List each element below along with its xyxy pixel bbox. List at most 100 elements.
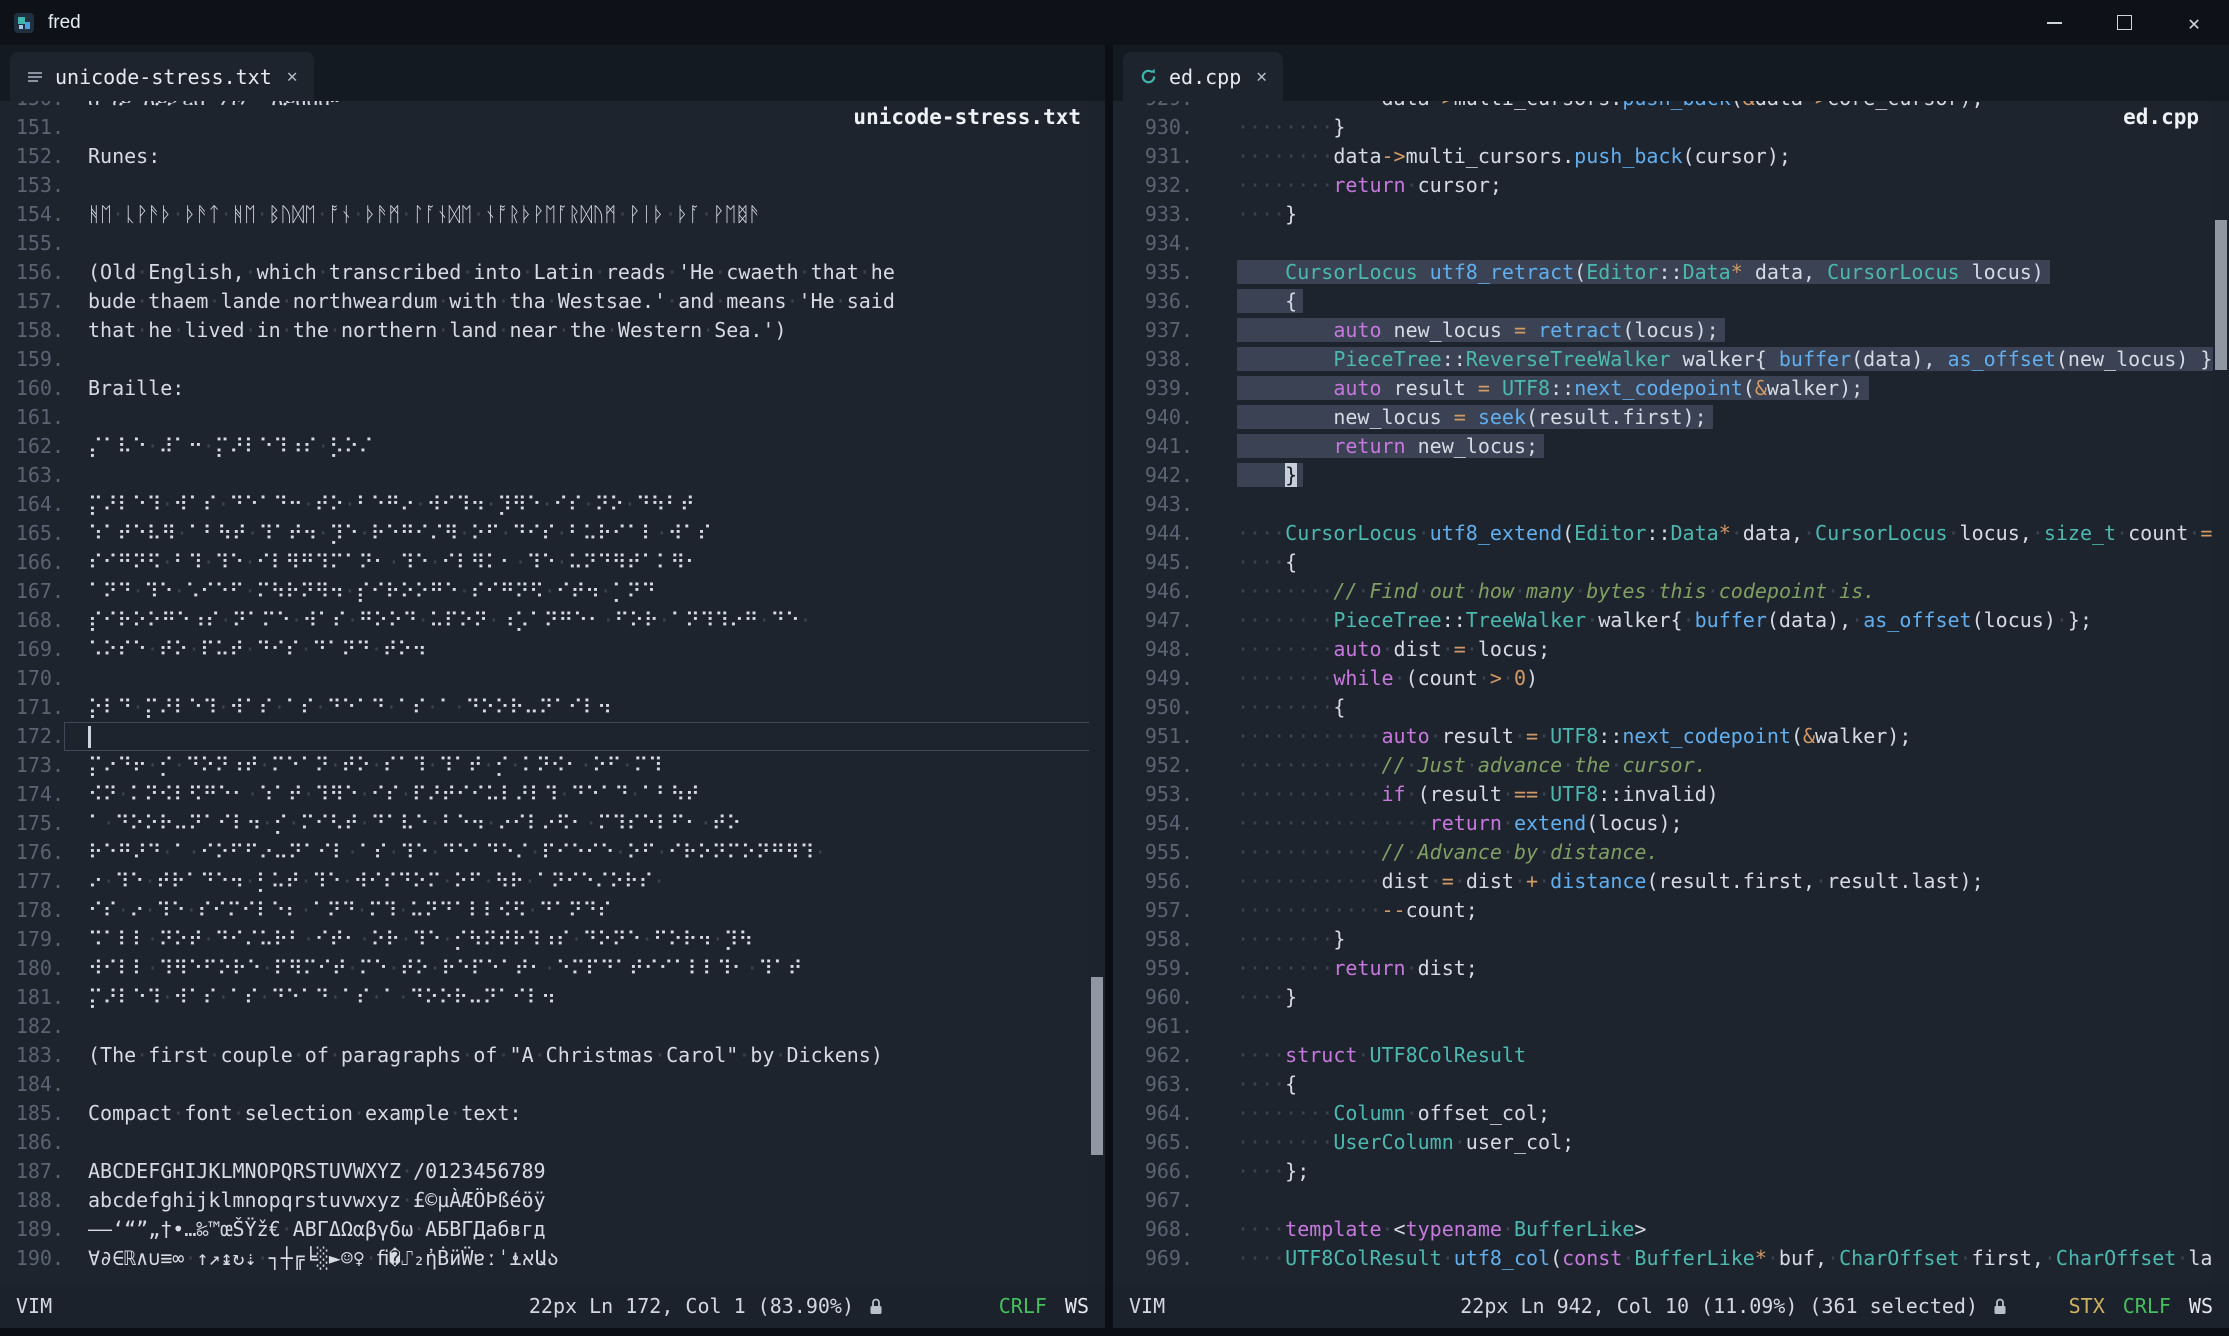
code-line[interactable]: 961. (1113, 1012, 2229, 1041)
code-line[interactable]: 951.············auto·result·=·UTF8::next… (1113, 722, 2229, 751)
code-line[interactable]: 945.····{ (1113, 548, 2229, 577)
code-line[interactable]: 176.⠗⠑⠛⠜⠙·⠁·⠊⠕⠋⠋⠔⠤⠝⠁⠊⠇·⠁⠎·⠹⠑·⠙⠑⠁⠙⠑⠌·⠏⠊⠑⠊… (0, 838, 1105, 867)
code-line[interactable]: 172. (0, 722, 1105, 751)
code-line[interactable]: 187.ABCDEFGHIJKLMNOPQRSTUVWXYZ·/01234567… (0, 1157, 1105, 1186)
code-line[interactable]: 965.········UserColumn·user_col; (1113, 1128, 2229, 1157)
code-line[interactable]: 931.········data->multi_cursors.push_bac… (1113, 142, 2229, 171)
code-line[interactable]: 944.····CursorLocus·utf8_extend(Editor::… (1113, 519, 2229, 548)
code-line[interactable]: 935.····CursorLocus·utf8_retract(Editor:… (1113, 258, 2229, 287)
code-line[interactable]: 156.(Old·English,·which·transcribed·into… (0, 258, 1105, 287)
code-line[interactable]: 947.········PieceTree::TreeWalker·walker… (1113, 606, 2229, 635)
code-line[interactable]: 962.····struct·UTF8ColResult (1113, 1041, 2229, 1070)
code-line[interactable]: 184. (0, 1070, 1105, 1099)
code-line[interactable]: 949.········while·(count·>·0) (1113, 664, 2229, 693)
code-line[interactable]: 154.ᚻᛖ·ᚳᚹᚫᚦ·ᚦᚫᛏ·ᚻᛖ·ᛒᚢᛞᛖ·ᚩᚾ·ᚦᚫᛗ·ᛚᚪᚾᛞᛖ·ᚾᚩᚱ… (0, 200, 1105, 229)
line-number: 184. (0, 1070, 64, 1099)
code-line[interactable]: 164.⡍⠜⠇⠑⠹·⠺⠁⠎·⠙⠑⠁⠙⠒·⠞⠕·⠃⠑⠛⠔·⠺⠊⠹⠲·⡹⠻⠑·⠊⠎·… (0, 490, 1105, 519)
code-line[interactable]: 189.—–‘“”„†•…‰™œŠŸž€·ΑΒΓΔΩαβγδω·АБВГДабв… (0, 1215, 1105, 1244)
code-line[interactable]: 162.⡌⠁⠧⠑·⠼⠁⠒·⡍⠜⠇⠑⠹⠰⠎·⡣⠕⠌ (0, 432, 1105, 461)
code-line[interactable]: 178.⠊⠎·⠔·⠹⠑·⠎⠊⠍⠊⠇⠑⠆·⠁⠝⠙·⠍⠹·⠥⠝⠙⠁⠇⠇⠪⠫·⠙⠁⠝⠙… (0, 896, 1105, 925)
code-line[interactable]: 155. (0, 229, 1105, 258)
code-line[interactable]: 946.········//·Find·out·how·many·bytes·t… (1113, 577, 2229, 606)
code-line[interactable]: 969.····UTF8ColResult·utf8_col(const·Buf… (1113, 1244, 2229, 1273)
tab-close-icon[interactable]: ✕ (287, 66, 298, 87)
code-line[interactable]: 960.····} (1113, 983, 2229, 1012)
scrollbar[interactable] (1089, 101, 1105, 1284)
code-line[interactable]: 941.········return·new_locus; (1113, 432, 2229, 461)
code-line[interactable]: 953.············if·(result·==·UTF8::inva… (1113, 780, 2229, 809)
code-line[interactable]: 963.····{ (1113, 1070, 2229, 1099)
code-line[interactable]: 959.········return·dist; (1113, 954, 2229, 983)
line-number: 947. (1113, 606, 1193, 635)
code-line[interactable]: 186. (0, 1128, 1105, 1157)
code-line[interactable]: 938.········PieceTree::ReverseTreeWalker… (1113, 345, 2229, 374)
code-line[interactable]: 930.········} (1113, 113, 2229, 142)
lock-icon (868, 1297, 884, 1316)
tab-ed-cpp[interactable]: ed.cpp ✕ (1123, 52, 1283, 101)
code-line[interactable]: 948.········auto·dist·=·locus; (1113, 635, 2229, 664)
code-line[interactable]: 160.Braille: (0, 374, 1105, 403)
tab-unicode-stress[interactable]: unicode-stress.txt ✕ (10, 52, 314, 101)
code-line[interactable]: 956.············dist·=·dist·+·distance(r… (1113, 867, 2229, 896)
code-line[interactable]: 180.⠺⠊⠇⠇·⠹⠻⠑⠋⠕⠗⠑·⠏⠻⠍⠊⠞·⠍⠑·⠞⠕·⠗⠑⠏⠑⠁⠞⠂·⠑⠍⠏… (0, 954, 1105, 983)
editor-ed-cpp[interactable]: 929.············data->multi_cursors.push… (1113, 101, 2229, 1284)
code-line[interactable]: 940.········new_locus·=·seek(result.firs… (1113, 403, 2229, 432)
titlebar[interactable]: fred ✕ (0, 0, 2229, 45)
code-line[interactable]: 169.⠡⠕⠎⠑·⠞⠕·⠏⠥⠞·⠙⠊⠎·⠙⠁⠝⠙·⠞⠕⠲ (0, 635, 1105, 664)
code-line[interactable]: 937.········auto·new_locus·=·retract(loc… (1113, 316, 2229, 345)
code-line[interactable]: 942.····} (1113, 461, 2229, 490)
code-line[interactable]: 183.(The·first·couple·of·paragraphs·of·"… (0, 1041, 1105, 1070)
code-line[interactable]: 175.⠁·⠙⠕⠕⠗⠤⠝⠁⠊⠇⠲·⡊·⠍⠊⠣⠞·⠙⠁⠧⠑·⠃⠑⠲·⠔⠊⠇⠔⠫⠂·… (0, 809, 1105, 838)
code-line[interactable]: 950.········{ (1113, 693, 2229, 722)
minimize-button[interactable] (2019, 0, 2089, 45)
code-line[interactable]: 967. (1113, 1186, 2229, 1215)
code-line[interactable]: 957.············--count; (1113, 896, 2229, 925)
code-line[interactable]: 932.········return·cursor; (1113, 171, 2229, 200)
code-line[interactable]: 153. (0, 171, 1105, 200)
scrollbar[interactable] (2213, 101, 2229, 1284)
code-line[interactable]: 190.∀∂∈ℝ∧∪≡∞·↑↗↨↻⇣·┐┼╔╘░►☺♀·ﬁ�⑀₂ἠḂӥẄɐːˈ⍎… (0, 1244, 1105, 1273)
code-line[interactable]: 188.abcdefghijklmnopqrstuvwxyz·£©µÀÆÖÞßé… (0, 1186, 1105, 1215)
code-line[interactable]: 952.············//·Just·advance·the·curs… (1113, 751, 2229, 780)
scrollbar-thumb[interactable] (1091, 977, 1103, 1155)
code-line[interactable]: 185.Compact·font·selection·example·text: (0, 1099, 1105, 1128)
code-line[interactable]: 182. (0, 1012, 1105, 1041)
editor-unicode-stress[interactable]: 150.ሰማይ·አይታረስ·ንጉሥ·አይከሰስ።151.152.Runes:15… (0, 101, 1105, 1284)
code-line[interactable]: 964.········Column·offset_col; (1113, 1099, 2229, 1128)
code-line[interactable]: 954.················return·extend(locus)… (1113, 809, 2229, 838)
code-line[interactable]: 174.⠪⠝·⠅⠝⠪⠇⠫⠛⠑⠂·⠱⠁⠞·⠹⠻⠑·⠊⠎·⠏⠜⠞⠊⠊⠥⠇⠜⠇⠹·⠙⠑… (0, 780, 1105, 809)
code-line[interactable]: 943. (1113, 490, 2229, 519)
code-line[interactable]: 933.····} (1113, 200, 2229, 229)
code-line[interactable]: 167.⠁⠝⠙·⠹⠑·⠡⠊⠑⠋·⠍⠳⠗⠝⠻⠲·⡎⠊⠗⠕⠕⠛⠑·⠎⠊⠛⠝⠫·⠊⠞⠲… (0, 577, 1105, 606)
code-line[interactable]: 158.that·he·lived·in·the·northern·land·n… (0, 316, 1105, 345)
code-line[interactable]: 170. (0, 664, 1105, 693)
code-line[interactable]: 163. (0, 461, 1105, 490)
line-number: 174. (0, 780, 64, 809)
code-line[interactable]: 173.⡍⠔⠙⠖·⡊·⠙⠕⠝⠰⠞·⠍⠑⠁⠝·⠞⠕·⠎⠁⠹·⠹⠁⠞·⡊·⠅⠝⠪⠂·… (0, 751, 1105, 780)
code-line[interactable]: 939.········auto·result·=·UTF8::next_cod… (1113, 374, 2229, 403)
code-line[interactable]: 168.⡎⠊⠗⠕⠕⠛⠑⠰⠎·⠝⠁⠍⠑·⠺⠁⠎·⠛⠕⠕⠙·⠥⠏⠕⠝·⠰⡡⠁⠝⠛⠑⠂… (0, 606, 1105, 635)
tab-close-icon[interactable]: ✕ (1256, 66, 1267, 87)
code-line[interactable]: 177.⠔·⠹⠑·⠞⠗⠁⠙⠑⠲·⡃⠥⠞·⠹⠑·⠺⠊⠎⠙⠕⠍·⠕⠋·⠳⠗·⠁⠝⠊⠑… (0, 867, 1105, 896)
code-line[interactable]: 161. (0, 403, 1105, 432)
close-button[interactable]: ✕ (2159, 0, 2229, 45)
code-line[interactable]: 936.····{ (1113, 287, 2229, 316)
code-line[interactable]: 966.····}; (1113, 1157, 2229, 1186)
code-line[interactable]: 958.········} (1113, 925, 2229, 954)
code-line[interactable]: 968.····template·<typename·BufferLike> (1113, 1215, 2229, 1244)
pane-divider[interactable] (1105, 45, 1113, 1328)
code-line[interactable]: 934. (1113, 229, 2229, 258)
code-line[interactable]: 181.⡍⠜⠇⠑⠹·⠺⠁⠎·⠁⠎·⠙⠑⠁⠙·⠁⠎·⠁·⠙⠕⠕⠗⠤⠝⠁⠊⠇⠲ (0, 983, 1105, 1012)
code-line[interactable]: 179.⠩⠁⠇⠇·⠝⠕⠞·⠙⠊⠌⠥⠗⠃·⠊⠞⠂·⠕⠗·⠹⠑·⡊⠳⠝⠞⠗⠹⠰⠎·⠙… (0, 925, 1105, 954)
scrollbar-thumb[interactable] (2215, 220, 2227, 370)
code-line[interactable]: 152.Runes: (0, 142, 1105, 171)
code-line[interactable]: 166.⠎⠊⠛⠝⠫·⠃⠹·⠹⠑·⠊⠇⠻⠛⠹⠍⠁⠝⠂·⠹⠑·⠊⠇⠻⠅⠂·⠹⠑·⠥⠝… (0, 548, 1105, 577)
code-line[interactable]: 929.············data->multi_cursors.push… (1113, 101, 2229, 113)
maximize-button[interactable] (2089, 0, 2159, 45)
code-line[interactable]: 159. (0, 345, 1105, 374)
code-line[interactable]: 955.············//·Advance·by·distance. (1113, 838, 2229, 867)
code-line[interactable]: 171.⡕⠇⠙·⡍⠜⠇⠑⠹·⠺⠁⠎·⠁⠎·⠙⠑⠁⠙·⠁⠎·⠁·⠙⠕⠕⠗⠤⠝⠁⠊⠇… (0, 693, 1105, 722)
code-line[interactable]: 165.⠱⠁⠞⠑⠧⠻·⠁⠃⠳⠞·⠹⠁⠞⠲·⡹⠑·⠗⠑⠛⠊⠌⠻·⠕⠋·⠙⠊⠎·⠃⠥… (0, 519, 1105, 548)
code-line[interactable]: 157.bude·thaem·lande·northweardum·with·t… (0, 287, 1105, 316)
line-number: 182. (0, 1012, 64, 1041)
